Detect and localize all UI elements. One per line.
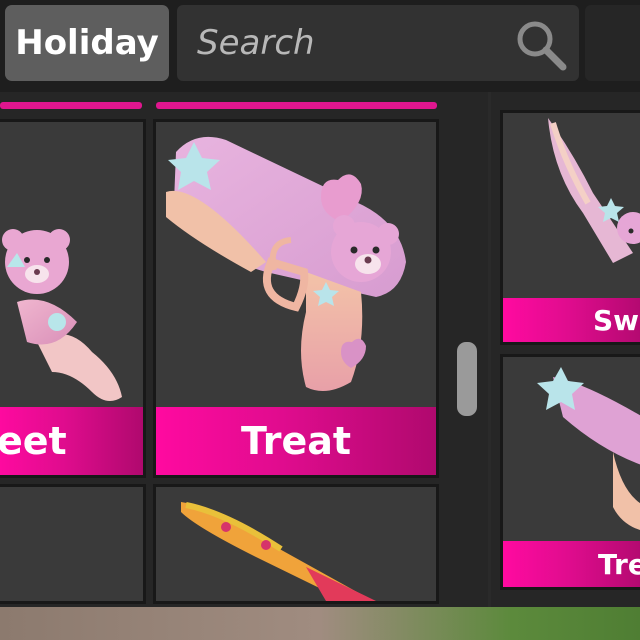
game-world-background [0, 607, 640, 640]
item-card-candy-knife[interactable] [153, 484, 439, 604]
holiday-filter-button[interactable]: Holiday [5, 5, 169, 81]
pastel-knife-icon [548, 118, 640, 263]
item-card-treat[interactable]: Treat [153, 119, 439, 478]
item-label: eet [0, 419, 67, 463]
item-card-sweet[interactable]: eet [0, 119, 146, 478]
item-label: Treat [240, 419, 352, 463]
item-label: Tre [598, 547, 640, 581]
pastel-gun-partial-icon [537, 367, 640, 531]
row-top-strip [0, 102, 142, 109]
search-icon[interactable] [511, 15, 569, 73]
side-inventory-panel[interactable]: Swe Tre [491, 92, 640, 607]
item-label: Swe [593, 303, 640, 337]
teddy-pastel-gun-icon [166, 136, 406, 391]
side-toolbar-slot [585, 5, 640, 81]
inventory-scrollbar[interactable] [457, 342, 477, 416]
row-top-strip [156, 102, 437, 109]
search-input[interactable]: Search [177, 5, 579, 81]
teddy-candy-knife-icon [2, 229, 122, 401]
top-bar: Holiday Search [0, 0, 640, 92]
candy-knife-partial-icon [181, 502, 376, 601]
item-card-empty[interactable] [0, 484, 146, 604]
search-placeholder: Search [197, 23, 315, 63]
side-item-card-treat[interactable]: Tre [500, 354, 640, 590]
inventory-panel[interactable]: eet Treat [0, 92, 488, 607]
side-item-card-sweet[interactable]: Swe [500, 110, 640, 345]
